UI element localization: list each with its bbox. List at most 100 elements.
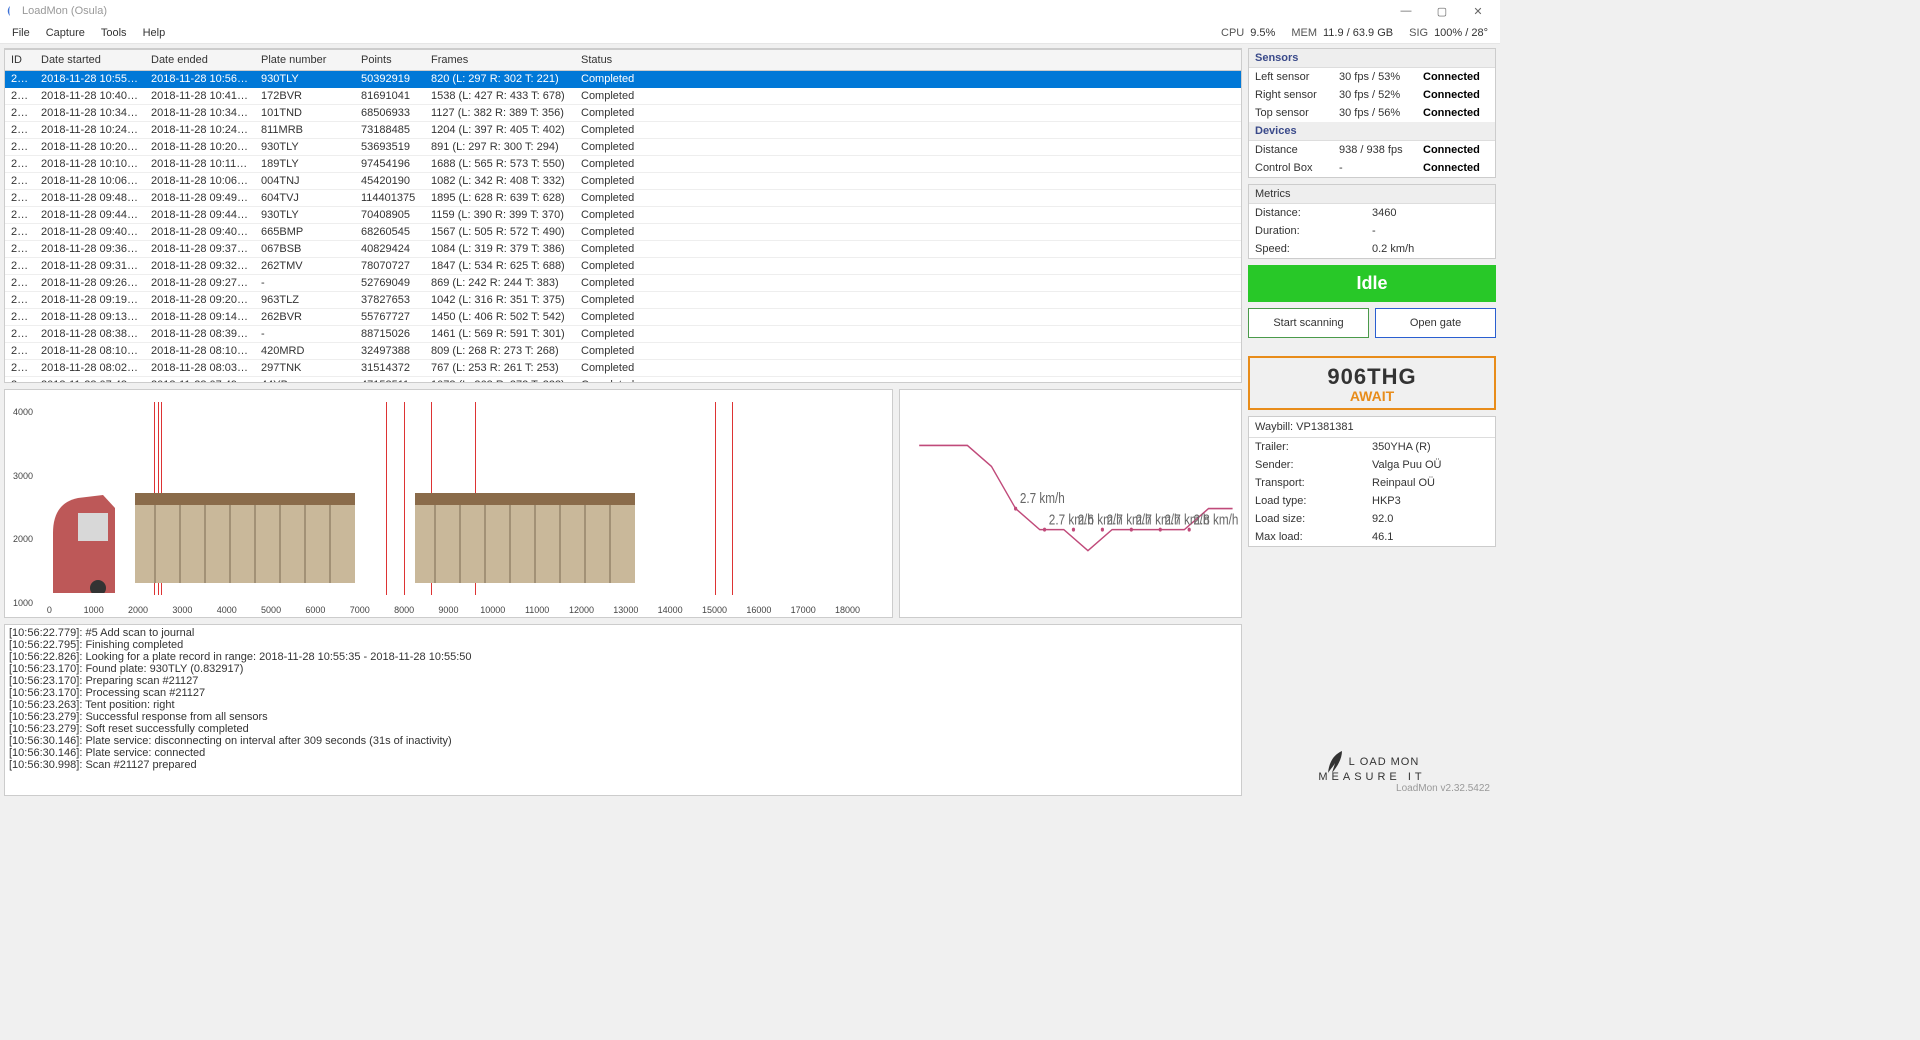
x-tick: 18000: [835, 605, 860, 615]
table-row[interactable]: 21...2018-11-28 10:06:262018-11-28 10:06…: [5, 173, 1241, 190]
y-tick: 3000: [13, 471, 33, 481]
info-row: Left sensor30 fps / 53%Connected: [1249, 68, 1495, 86]
col-frames[interactable]: Frames: [425, 50, 575, 71]
table-row[interactable]: 21...2018-11-28 09:26:312018-11-28 09:27…: [5, 275, 1241, 292]
info-row: Duration:-: [1249, 222, 1495, 240]
scan-marker: [715, 402, 716, 595]
col-id[interactable]: ID: [5, 50, 35, 71]
start-scanning-button[interactable]: Start scanning: [1248, 308, 1369, 338]
log-line: [10:56:23.170]: Found plate: 930TLY (0.8…: [9, 663, 1237, 675]
col-status[interactable]: Status: [575, 50, 1241, 71]
table-row[interactable]: 21...2018-11-28 10:24:212018-11-28 10:24…: [5, 122, 1241, 139]
log-line: [10:56:30.998]: Scan #21127 prepared: [9, 759, 1237, 771]
info-row: Load size:92.0: [1249, 510, 1495, 528]
table-row[interactable]: 21...2018-11-28 10:20:342018-11-28 10:20…: [5, 139, 1241, 156]
speed-chart[interactable]: 2.7 km/h2.7 km/h2.6 km/h2.7 km/h2.7 km/h…: [899, 389, 1242, 618]
table-row[interactable]: 21...2018-11-28 09:13:352018-11-28 09:14…: [5, 309, 1241, 326]
table-row[interactable]: 21...2018-11-28 10:55:452018-11-28 10:56…: [5, 71, 1241, 88]
scan-profile-chart[interactable]: 4000300020001000010002000300040005000600…: [4, 389, 893, 618]
trailer2-scan-silhouette: [415, 483, 635, 593]
log-line: [10:56:23.263]: Tent position: right: [9, 699, 1237, 711]
close-button[interactable]: ✕: [1460, 5, 1496, 18]
col-plate-number[interactable]: Plate number: [255, 50, 355, 71]
window-title: LoadMon (Osula): [22, 5, 107, 17]
info-row: Control Box-Connected: [1249, 159, 1495, 177]
table-row[interactable]: 21...2018-11-28 08:02:422018-11-28 08:03…: [5, 360, 1241, 377]
scan-marker: [386, 402, 387, 595]
scan-table: IDDate startedDate endedPlate numberPoin…: [5, 49, 1241, 382]
waybill-header: Waybill: VP1381381: [1249, 417, 1495, 438]
info-row: Right sensor30 fps / 52%Connected: [1249, 86, 1495, 104]
info-row: Speed:0.2 km/h: [1249, 240, 1495, 258]
menu-capture[interactable]: Capture: [38, 25, 93, 41]
log-line: [10:56:22.779]: #5 Add scan to journal: [9, 627, 1237, 639]
truck-scan-silhouette: [43, 483, 123, 593]
system-stats: CPU9.5% MEM11.9 / 63.9 GB SIG100% / 28°: [1221, 27, 1496, 39]
log-line: [10:56:23.170]: Processing scan #21127: [9, 687, 1237, 699]
x-tick: 3000: [172, 605, 192, 615]
table-row[interactable]: 21...2018-11-28 08:38:512018-11-28 08:39…: [5, 326, 1241, 343]
info-row: Max load:46.1: [1249, 528, 1495, 546]
svg-text:2.8 km/h: 2.8 km/h: [1193, 511, 1238, 528]
table-row[interactable]: 21...2018-11-28 09:19:502018-11-28 09:20…: [5, 292, 1241, 309]
x-tick: 13000: [613, 605, 638, 615]
x-tick: 12000: [569, 605, 594, 615]
plate-number: 906THG: [1250, 364, 1494, 390]
menu-tools[interactable]: Tools: [93, 25, 135, 41]
trailer1-scan-silhouette: [135, 483, 355, 593]
table-row[interactable]: 21...2018-11-28 09:40:142018-11-28 09:40…: [5, 224, 1241, 241]
col-date-started[interactable]: Date started: [35, 50, 145, 71]
x-tick: 15000: [702, 605, 727, 615]
info-row: Distance:3460: [1249, 204, 1495, 222]
scan-table-panel: IDDate startedDate endedPlate numberPoin…: [4, 48, 1242, 383]
status-banner: Idle: [1248, 265, 1496, 302]
info-row: Top sensor30 fps / 56%Connected: [1249, 104, 1495, 122]
metrics-panel: Metrics Distance:3460Duration:-Speed:0.2…: [1248, 184, 1496, 259]
log-line: [10:56:22.826]: Looking for a plate reco…: [9, 651, 1237, 663]
col-date-ended[interactable]: Date ended: [145, 50, 255, 71]
scan-table-scroll[interactable]: IDDate startedDate endedPlate numberPoin…: [5, 49, 1241, 382]
version-label: LoadMon v2.32.5422: [1396, 783, 1496, 796]
log-line: [10:56:30.146]: Plate service: disconnec…: [9, 735, 1237, 747]
x-tick: 1000: [84, 605, 104, 615]
sensors-panel: Sensors Left sensor30 fps / 53%Connected…: [1248, 48, 1496, 178]
log-panel[interactable]: [10:56:22.779]: #5 Add scan to journal[1…: [4, 624, 1242, 796]
x-tick: 6000: [305, 605, 325, 615]
info-row: Sender:Valga Puu OÜ: [1249, 456, 1495, 474]
scan-marker: [732, 402, 733, 595]
minimize-button[interactable]: —: [1388, 5, 1424, 17]
log-line: [10:56:22.795]: Finishing completed: [9, 639, 1237, 651]
table-row[interactable]: 21...2018-11-28 09:48:462018-11-28 09:49…: [5, 190, 1241, 207]
info-row: Distance938 / 938 fpsConnected: [1249, 141, 1495, 159]
x-tick: 17000: [791, 605, 816, 615]
status-block: Idle Start scanning Open gate 906THG AWA…: [1248, 265, 1496, 410]
table-row[interactable]: 21...2018-11-28 09:31:122018-11-28 09:32…: [5, 258, 1241, 275]
table-row[interactable]: 21...2018-11-28 08:10:232018-11-28 08:10…: [5, 343, 1241, 360]
table-row[interactable]: 21...2018-11-28 09:44:122018-11-28 09:44…: [5, 207, 1241, 224]
menu-help[interactable]: Help: [135, 25, 174, 41]
info-row: Load type:HKP3: [1249, 492, 1495, 510]
plate-await: AWAIT: [1250, 388, 1494, 404]
table-row[interactable]: 21...2018-11-28 09:36:362018-11-28 09:37…: [5, 241, 1241, 258]
menu-file[interactable]: File: [4, 25, 38, 41]
y-tick: 1000: [13, 598, 33, 608]
table-row[interactable]: 21...2018-11-28 10:34:072018-11-28 10:34…: [5, 105, 1241, 122]
table-row[interactable]: 21...2018-11-28 07:48:482018-11-28 07:49…: [5, 377, 1241, 382]
x-tick: 8000: [394, 605, 414, 615]
x-tick: 10000: [480, 605, 505, 615]
scan-marker: [404, 402, 405, 595]
open-gate-button[interactable]: Open gate: [1375, 308, 1496, 338]
maximize-button[interactable]: ▢: [1424, 5, 1460, 18]
x-tick: 0: [47, 605, 52, 615]
info-row: Trailer:350YHA (R): [1249, 438, 1495, 456]
menubar: File Capture Tools Help CPU9.5% MEM11.9 …: [0, 22, 1500, 44]
log-line: [10:56:23.170]: Preparing scan #21127: [9, 675, 1237, 687]
titlebar: LoadMon (Osula) — ▢ ✕: [0, 0, 1500, 22]
svg-text:2.7 km/h: 2.7 km/h: [1020, 490, 1065, 507]
table-row[interactable]: 21...2018-11-28 10:40:362018-11-28 10:41…: [5, 88, 1241, 105]
brand-zone: LOADMON MEASURE IT LoadMon v2.32.5422: [1248, 553, 1496, 796]
col-points[interactable]: Points: [355, 50, 425, 71]
table-row[interactable]: 21...2018-11-28 10:10:552018-11-28 10:11…: [5, 156, 1241, 173]
x-tick: 11000: [525, 605, 549, 615]
plate-box: 906THG AWAIT: [1248, 356, 1496, 410]
